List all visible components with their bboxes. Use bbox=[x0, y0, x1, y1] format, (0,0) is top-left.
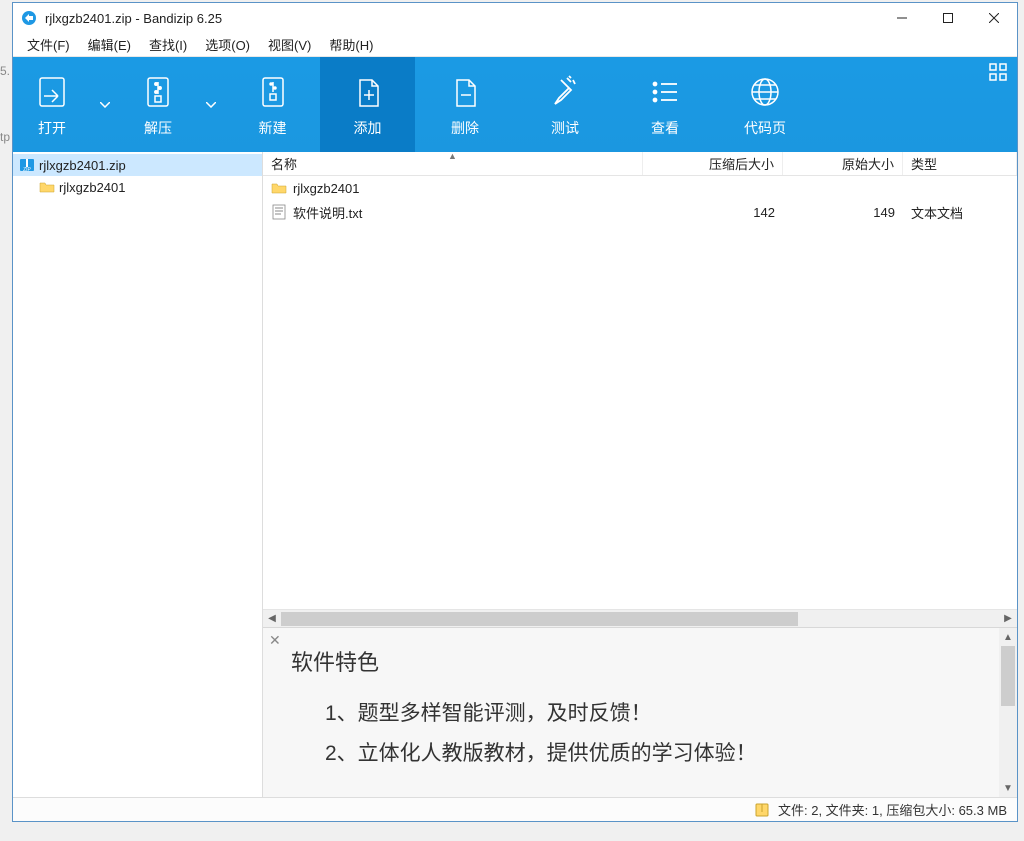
toolbar-extract-dropdown[interactable] bbox=[197, 57, 225, 152]
titlebar[interactable]: rjlxgzb2401.zip - Bandizip 6.25 bbox=[13, 3, 1017, 33]
toolbar-test-label: 测试 bbox=[551, 118, 579, 138]
list-pane: 名称 ▲ 压缩后大小 原始大小 类型 rjlxgzb2401 bbox=[263, 152, 1017, 797]
sort-asc-icon: ▲ bbox=[448, 151, 457, 161]
column-name[interactable]: 名称 ▲ bbox=[263, 152, 643, 175]
menu-options[interactable]: 选项(O) bbox=[197, 33, 258, 56]
preview-pane: ✕ 软件特色 1、题型多样智能评测，及时反馈！ 2、立体化人教版教材，提供优质的… bbox=[263, 627, 1017, 797]
app-icon bbox=[21, 10, 37, 26]
row-compressed: 142 bbox=[753, 205, 775, 220]
extract-icon bbox=[140, 72, 176, 112]
view-icon bbox=[647, 72, 683, 112]
toolbar: 打开 解压 新建 添加 bbox=[13, 57, 1017, 152]
tree-child[interactable]: rjlxgzb2401 bbox=[13, 176, 262, 198]
tree-root[interactable]: ZIP rjlxgzb2401.zip bbox=[13, 154, 262, 176]
toolbar-view[interactable]: 查看 bbox=[615, 57, 715, 152]
status-text: 文件: 2, 文件夹: 1, 压缩包大小: 65.3 MB bbox=[778, 800, 1007, 819]
preview-line: 2、立体化人教版教材，提供优质的学习体验！ bbox=[291, 734, 971, 774]
toolbar-test[interactable]: 测试 bbox=[515, 57, 615, 152]
toolbar-new-label: 新建 bbox=[259, 118, 287, 138]
open-icon bbox=[34, 72, 70, 112]
globe-icon bbox=[747, 72, 783, 112]
test-icon bbox=[547, 72, 583, 112]
scroll-thumb[interactable] bbox=[281, 612, 798, 626]
scroll-track[interactable] bbox=[281, 612, 999, 626]
column-original-label: 原始大小 bbox=[842, 154, 894, 173]
toolbar-grid-icon[interactable] bbox=[989, 63, 1007, 84]
list-row[interactable]: 软件说明.txt 142 149 文本文档 bbox=[263, 200, 1017, 224]
toolbar-open-dropdown[interactable] bbox=[91, 57, 119, 152]
list-header: 名称 ▲ 压缩后大小 原始大小 类型 bbox=[263, 152, 1017, 176]
column-compressed[interactable]: 压缩后大小 bbox=[643, 152, 783, 175]
column-type-label: 类型 bbox=[911, 154, 937, 173]
row-name: rjlxgzb2401 bbox=[293, 181, 360, 196]
svg-text:ZIP: ZIP bbox=[23, 167, 31, 173]
menu-edit[interactable]: 编辑(E) bbox=[80, 33, 139, 56]
preview-line: 1、题型多样智能评测，及时反馈！ bbox=[291, 694, 971, 734]
toolbar-codepage-label: 代码页 bbox=[744, 118, 786, 138]
menu-find[interactable]: 查找(I) bbox=[141, 33, 195, 56]
toolbar-extract[interactable]: 解压 bbox=[119, 57, 197, 152]
window-title: rjlxgzb2401.zip - Bandizip 6.25 bbox=[45, 11, 222, 26]
scroll-track[interactable] bbox=[999, 646, 1017, 779]
scroll-right-icon[interactable]: ▶ bbox=[999, 610, 1017, 628]
column-name-label: 名称 bbox=[271, 154, 297, 173]
delete-icon bbox=[447, 72, 483, 112]
toolbar-new[interactable]: 新建 bbox=[225, 57, 320, 152]
toolbar-codepage[interactable]: 代码页 bbox=[715, 57, 815, 152]
toolbar-open-label: 打开 bbox=[38, 118, 66, 138]
horizontal-scrollbar[interactable]: ◀ ▶ bbox=[263, 609, 1017, 627]
list-body[interactable]: rjlxgzb2401 软件说明.txt 142 149 文本文档 bbox=[263, 176, 1017, 609]
toolbar-extract-label: 解压 bbox=[144, 118, 172, 138]
preview-close-button[interactable]: ✕ bbox=[269, 632, 281, 649]
toolbar-view-label: 查看 bbox=[651, 118, 679, 138]
toolbar-add-label: 添加 bbox=[354, 118, 382, 138]
tree-pane[interactable]: ZIP rjlxgzb2401.zip rjlxgzb2401 bbox=[13, 152, 263, 797]
scroll-down-icon[interactable]: ▼ bbox=[999, 779, 1017, 797]
preview-title: 软件特色 bbox=[291, 642, 971, 684]
tree-root-label: rjlxgzb2401.zip bbox=[39, 158, 126, 173]
menu-file[interactable]: 文件(F) bbox=[19, 33, 78, 56]
preview-content: 软件特色 1、题型多样智能评测，及时反馈！ 2、立体化人教版教材，提供优质的学习… bbox=[263, 628, 999, 797]
window-controls bbox=[879, 3, 1017, 33]
toolbar-open[interactable]: 打开 bbox=[13, 57, 91, 152]
scroll-thumb[interactable] bbox=[1001, 646, 1015, 706]
add-icon bbox=[350, 72, 386, 112]
column-original[interactable]: 原始大小 bbox=[783, 152, 903, 175]
row-name: 软件说明.txt bbox=[293, 203, 362, 222]
row-type: 文本文档 bbox=[911, 203, 963, 222]
list-row[interactable]: rjlxgzb2401 bbox=[263, 176, 1017, 200]
folder-icon bbox=[39, 179, 55, 195]
content-area: ZIP rjlxgzb2401.zip rjlxgzb2401 名称 ▲ 压缩后… bbox=[13, 152, 1017, 797]
menubar: 文件(F) 编辑(E) 查找(I) 选项(O) 视图(V) 帮助(H) bbox=[13, 33, 1017, 57]
txt-file-icon bbox=[271, 204, 287, 220]
folder-icon bbox=[271, 180, 287, 196]
statusbar: 文件: 2, 文件夹: 1, 压缩包大小: 65.3 MB bbox=[13, 797, 1017, 821]
column-compressed-label: 压缩后大小 bbox=[709, 154, 774, 173]
close-button[interactable] bbox=[971, 3, 1017, 33]
scroll-up-icon[interactable]: ▲ bbox=[999, 628, 1017, 646]
toolbar-add[interactable]: 添加 bbox=[320, 57, 415, 152]
minimize-button[interactable] bbox=[879, 3, 925, 33]
menu-view[interactable]: 视图(V) bbox=[260, 33, 319, 56]
preview-scrollbar[interactable]: ▲ ▼ bbox=[999, 628, 1017, 797]
column-type[interactable]: 类型 bbox=[903, 152, 1017, 175]
maximize-button[interactable] bbox=[925, 3, 971, 33]
row-original: 149 bbox=[873, 205, 895, 220]
archive-icon bbox=[754, 802, 770, 818]
toolbar-delete-label: 删除 bbox=[451, 118, 479, 138]
toolbar-delete[interactable]: 删除 bbox=[415, 57, 515, 152]
app-window: rjlxgzb2401.zip - Bandizip 6.25 文件(F) 编辑… bbox=[12, 2, 1018, 822]
menu-help[interactable]: 帮助(H) bbox=[321, 33, 381, 56]
zip-icon: ZIP bbox=[19, 157, 35, 173]
new-icon bbox=[255, 72, 291, 112]
tree-child-label: rjlxgzb2401 bbox=[59, 180, 126, 195]
scroll-left-icon[interactable]: ◀ bbox=[263, 610, 281, 628]
